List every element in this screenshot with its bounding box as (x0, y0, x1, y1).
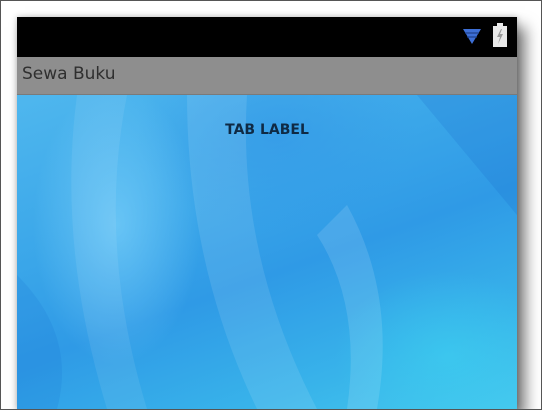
tab-content: TAB LABEL (17, 95, 517, 409)
battery-icon (493, 23, 507, 47)
tab-label[interactable]: TAB LABEL (17, 122, 517, 138)
wifi-icon (463, 29, 481, 44)
action-bar: Sewa Buku (17, 57, 517, 95)
status-bar (17, 17, 517, 57)
wallpaper-background (17, 95, 517, 409)
screenshot-frame: Sewa Buku TAB LABEL (0, 0, 542, 410)
device-screen: Sewa Buku TAB LABEL (17, 17, 517, 409)
app-title: Sewa Buku (22, 64, 116, 84)
